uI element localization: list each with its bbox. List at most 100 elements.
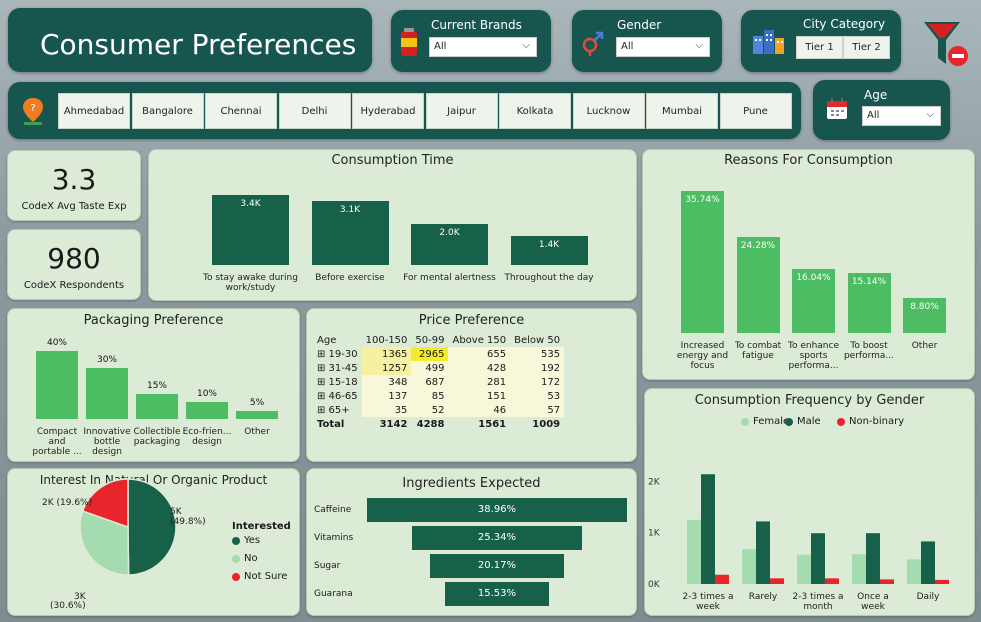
- price-total-cell: Total: [317, 418, 345, 430]
- price-header-cell: 50-99: [415, 334, 445, 346]
- price-value-cell: 151: [448, 389, 511, 403]
- price-age-cell: ⊞ 65+: [317, 404, 350, 416]
- reasons-bar: [736, 236, 780, 333]
- price-total-cell: 4288: [416, 418, 445, 430]
- city-button-delhi[interactable]: Delhi: [278, 93, 351, 129]
- frequency-bar: [880, 579, 894, 584]
- brands-label: Current Brands: [431, 18, 522, 32]
- price-value-cell: 85: [411, 389, 449, 403]
- reasons-value-label: 8.80%: [910, 302, 939, 313]
- packaging-value-label: 5%: [249, 397, 265, 408]
- packaging-bar: [136, 393, 178, 419]
- packaging-category-label: Innovative bottle design: [83, 427, 131, 457]
- ingredients-title: Ingredients Expected: [402, 476, 541, 491]
- packaging-bar: [86, 368, 128, 419]
- price-value-cell: 172: [510, 375, 565, 389]
- reasons-category-label: Other: [911, 341, 938, 351]
- reasons-category-label: To boost performa...: [843, 341, 895, 361]
- chevron-down-icon: ⌵: [926, 109, 934, 120]
- frequency-bar: [935, 579, 949, 584]
- chevron-down-icon: ⌵: [522, 40, 530, 51]
- price-header-cell: Age: [317, 334, 337, 346]
- organic-card: Interest In Natural Or Organic Product 5…: [7, 468, 300, 616]
- clear-filter-icon[interactable]: [922, 20, 970, 70]
- legend-label: Not Sure: [244, 571, 288, 582]
- pie-data-label: (30.6%): [50, 601, 86, 611]
- age-value: All: [867, 110, 880, 121]
- reasons-value-label: 35.74%: [685, 195, 720, 205]
- packaging-value-label: 40%: [46, 338, 67, 348]
- price-row: ⊞ 31-45 1257 499 428 192: [313, 361, 565, 375]
- packaging-bar: [236, 410, 278, 419]
- price-value-cell: 1257: [361, 361, 412, 375]
- legend-label: No: [244, 553, 258, 564]
- city-category-label: City Category: [803, 17, 886, 31]
- city-button-chennai[interactable]: Chennai: [205, 93, 277, 129]
- frequency-category-label: Rarely: [748, 592, 778, 602]
- legend-label: Male: [797, 416, 821, 427]
- frequency-bar: [687, 519, 701, 584]
- legend-dot: [232, 554, 240, 563]
- consumption-time-category-label: To stay awake during work/study: [203, 273, 298, 293]
- gender-value: All: [621, 41, 634, 52]
- tier-1-button[interactable]: Tier 1: [796, 36, 843, 59]
- gender-filter: Gender All ⌵: [572, 10, 722, 72]
- packaging-category-label: Compact and portable ...: [32, 427, 82, 457]
- price-value-cell: 499: [411, 361, 449, 375]
- frequency-bar: [811, 533, 825, 584]
- consumption-time-category-label: For mental alertness: [403, 273, 496, 283]
- frequency-category-label: Daily: [916, 592, 940, 602]
- city-button-bangalore[interactable]: Bangalore: [131, 93, 204, 129]
- legend-dot: [785, 417, 793, 426]
- frequency-bar: [701, 474, 715, 584]
- respondents-kpi-card: 980 CodeX Respondents: [7, 229, 141, 300]
- city-button-ahmedabad[interactable]: Ahmedabad: [58, 93, 130, 129]
- y-tick-label: 1K: [648, 529, 661, 539]
- reasons-bar: [681, 191, 724, 333]
- price-value-cell: 192: [510, 361, 565, 375]
- age-select[interactable]: All ⌵: [862, 106, 941, 126]
- reasons-value-label: 15.14%: [851, 276, 887, 287]
- taste-kpi-value: 3.3: [51, 163, 97, 196]
- city-button-jaipur[interactable]: Jaipur: [425, 93, 498, 129]
- ingredients-category-label: Sugar: [314, 561, 341, 571]
- organic-legend-title: Interested: [232, 521, 291, 532]
- pie-data-label: 5K: [170, 507, 183, 517]
- price-age-cell: ⊞ 31-45: [317, 362, 358, 374]
- frequency-category-label: 2-3 times a month: [792, 592, 844, 612]
- packaging-category-label: Eco-frien... design: [182, 427, 232, 447]
- legend-dot: [741, 417, 749, 426]
- city-button-lucknow[interactable]: Lucknow: [572, 93, 645, 129]
- ingredients-value-label: 38.96%: [477, 504, 517, 515]
- reasons-category-label: To combat fatigue: [734, 341, 782, 361]
- price-row: ⊞ 46-65 137 85 151 53: [313, 389, 565, 403]
- price-total-cell: 3142: [379, 418, 408, 430]
- price-value-cell: 655: [448, 347, 511, 361]
- price-value-cell: 2965: [411, 347, 449, 361]
- ingredients-category-label: Vitamins: [314, 533, 354, 543]
- reasons-category-label: To enhance sports performa...: [788, 341, 839, 371]
- chevron-down-icon: ⌵: [695, 40, 703, 51]
- respondents-kpi-label: CodeX Respondents: [23, 280, 125, 291]
- city-button-mumbai[interactable]: Mumbai: [646, 93, 718, 129]
- brands-select[interactable]: All ⌵: [429, 37, 537, 57]
- legend-dot: [837, 417, 845, 426]
- reasons-title: Reasons For Consumption: [724, 153, 893, 168]
- taste-kpi-label: CodeX Avg Taste Exp: [21, 201, 127, 212]
- pie-legend-item: Yes: [232, 535, 260, 546]
- tier-2-button[interactable]: Tier 2: [843, 36, 890, 59]
- price-total-cell: 1009: [532, 418, 561, 430]
- ingredients-category-label: Guarana: [314, 589, 353, 599]
- city-button-pune[interactable]: Pune: [719, 93, 792, 129]
- consumption-time-category-label: Before exercise: [315, 273, 385, 283]
- packaging-value-label: 15%: [146, 380, 167, 391]
- frequency-bar: [756, 521, 770, 584]
- city-button-kolkata[interactable]: Kolkata: [499, 93, 571, 129]
- respondents-kpi-value: 980: [47, 242, 101, 275]
- packaging-category-label: Collectible packaging: [133, 427, 181, 447]
- price-age-cell: ⊞ 46-65: [317, 390, 358, 402]
- city-button-hyderabad[interactable]: Hyderabad: [352, 93, 424, 129]
- taste-kpi-card: 3.3 CodeX Avg Taste Exp: [7, 150, 141, 221]
- frequency-category-label: 2-3 times a week: [682, 592, 734, 612]
- gender-select[interactable]: All ⌵: [616, 37, 710, 57]
